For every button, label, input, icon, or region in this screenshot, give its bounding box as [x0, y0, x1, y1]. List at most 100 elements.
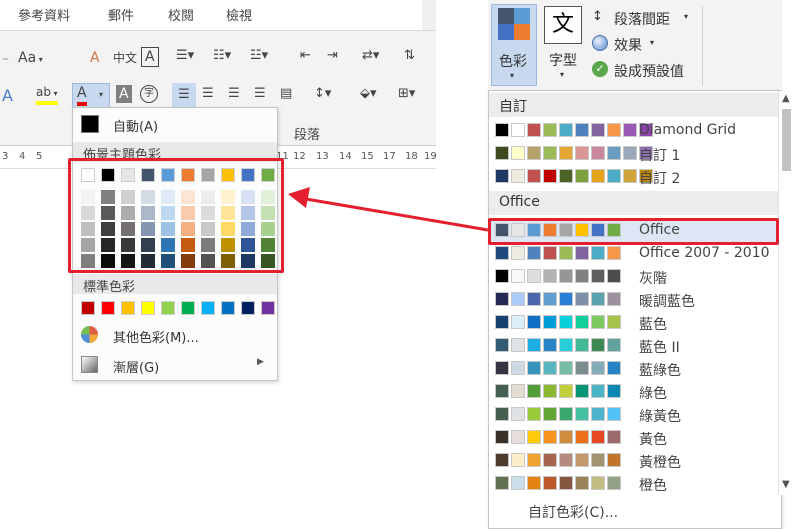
colors-button[interactable]: 色彩 ▾: [491, 4, 537, 86]
tab-review[interactable]: 校閱: [168, 5, 194, 24]
gradient-item[interactable]: 漸層(G) ▶: [73, 353, 277, 377]
automatic-color-item[interactable]: 自動(A): [73, 114, 277, 136]
theme-row[interactable]: 綠色: [489, 380, 779, 403]
scroll-up-icon[interactable]: ▲: [782, 93, 790, 104]
ruler-number: 13: [316, 151, 329, 162]
paragraph-spacing-button[interactable]: ↕ 段落間距 ▾: [592, 8, 702, 28]
theme-color-chip: [623, 123, 637, 137]
theme-color-chip: [575, 338, 589, 352]
theme-color-chip: [495, 338, 509, 352]
theme-color-chip: [495, 169, 509, 183]
theme-color-chip: [543, 315, 557, 329]
phonetic-guide-button[interactable]: 中文: [113, 49, 137, 67]
font-color-button[interactable]: A ▾: [72, 83, 110, 109]
standard-color-swatch[interactable]: [81, 301, 95, 315]
standard-color-swatch[interactable]: [221, 301, 235, 315]
distribute-icon[interactable]: ▤: [280, 85, 292, 103]
theme-row[interactable]: 暖調藍色: [489, 288, 779, 311]
theme-name: 自訂 1: [639, 148, 681, 164]
theme-color-chip: [543, 146, 557, 160]
theme-color-chip: [495, 407, 509, 421]
more-colors-label: 其他色彩(M)...: [113, 331, 199, 346]
borders-icon[interactable]: ⊞▾: [398, 85, 415, 103]
gallery-scrollbar[interactable]: ▲ ▼: [778, 91, 795, 495]
standard-color-swatch[interactable]: [121, 301, 135, 315]
bullets-icon[interactable]: ☰▾: [176, 47, 194, 65]
increase-indent-icon[interactable]: ⇥: [327, 47, 338, 65]
theme-row[interactable]: 藍色: [489, 311, 779, 334]
theme-color-chip: [575, 407, 589, 421]
theme-color-chip: [527, 338, 541, 352]
effects-button[interactable]: 效果 ▾: [592, 34, 672, 54]
theme-color-chip: [607, 169, 621, 183]
ruler-number: 18: [405, 151, 418, 162]
theme-color-chip: [543, 169, 557, 183]
custom-colors-item[interactable]: 自訂色彩(C)...: [488, 496, 778, 527]
theme-row[interactable]: 黃色: [489, 426, 779, 449]
char-border-button[interactable]: A: [141, 47, 159, 67]
standard-color-swatch[interactable]: [181, 301, 195, 315]
standard-colors-header: 標準色彩: [73, 274, 277, 295]
fonts-button[interactable]: 文 字型 ▾: [544, 6, 584, 86]
text-direction-icon[interactable]: ⇄▾: [362, 47, 379, 65]
tab-references[interactable]: 參考資料: [18, 5, 70, 24]
theme-row[interactable]: 綠黃色: [489, 403, 779, 426]
standard-color-swatch[interactable]: [241, 301, 255, 315]
theme-color-chip: [559, 246, 573, 260]
align-center-icon[interactable]: ☰: [202, 85, 214, 103]
phonetic-icon: 中文: [113, 51, 138, 65]
tab-mailings[interactable]: 郵件: [108, 5, 134, 24]
theme-color-chip: [591, 384, 605, 398]
theme-row[interactable]: 灰階: [489, 265, 779, 288]
theme-color-chip: [543, 292, 557, 306]
theme-color-chip: [495, 146, 509, 160]
char-shading-button[interactable]: A: [116, 85, 132, 103]
theme-color-chip: [495, 246, 509, 260]
font-size-change-button[interactable]: Aa ▾: [18, 49, 43, 69]
align-left-icon[interactable]: ☰: [172, 83, 196, 107]
theme-color-chip: [607, 123, 621, 137]
enclose-char-button[interactable]: 字: [140, 85, 158, 103]
theme-row[interactable]: Office 2007 - 2010: [489, 242, 779, 265]
theme-row[interactable]: 藍色 II: [489, 334, 779, 357]
shading-icon[interactable]: ⬙▾: [360, 85, 377, 103]
sort-icon[interactable]: ⇅: [404, 47, 415, 65]
more-colors-item[interactable]: 其他色彩(M)...: [73, 323, 277, 347]
design-ribbon-right: 色彩 ▾ 文 字型 ▾ ↕ 段落間距 ▾ 效果 ▾ ✓ 設成預設值: [488, 0, 810, 92]
clear-format-icon: A: [90, 50, 100, 66]
theme-row[interactable]: Diamond Grid: [489, 119, 779, 142]
theme-row[interactable]: 橙色: [489, 472, 779, 495]
theme-color-chip: [543, 269, 557, 283]
colors-label: 色彩: [499, 54, 527, 70]
theme-color-chip: [591, 315, 605, 329]
scroll-down-icon[interactable]: ▼: [782, 479, 790, 490]
standard-color-swatch[interactable]: [141, 301, 155, 315]
theme-color-chip: [543, 361, 557, 375]
chevron-down-icon: ▾: [650, 38, 655, 47]
align-right-icon[interactable]: ☰: [228, 85, 240, 103]
highlight-button[interactable]: ab ▾: [36, 85, 58, 105]
set-default-button[interactable]: ✓ 設成預設值: [592, 60, 702, 80]
multilevel-list-icon[interactable]: ☳▾: [250, 47, 268, 65]
theme-row[interactable]: 自訂 2: [489, 165, 779, 188]
standard-color-swatch[interactable]: [161, 301, 175, 315]
line-spacing-icon[interactable]: ↕▾: [314, 85, 331, 103]
justify-icon[interactable]: ☰: [254, 85, 266, 103]
custom-section-header: 自訂: [489, 93, 779, 117]
theme-color-chip: [527, 453, 541, 467]
theme-row[interactable]: 藍綠色: [489, 357, 779, 380]
theme-color-chip: [543, 476, 557, 490]
standard-color-swatch[interactable]: [261, 301, 275, 315]
scroll-thumb[interactable]: [782, 109, 791, 171]
clear-format-button[interactable]: A: [90, 49, 100, 67]
theme-color-chip: [495, 269, 509, 283]
tab-view[interactable]: 檢視: [226, 5, 252, 24]
text-effect-button[interactable]: A: [2, 87, 13, 105]
theme-row[interactable]: 自訂 1: [489, 142, 779, 165]
decrease-indent-icon[interactable]: ⇤: [300, 47, 311, 65]
theme-row[interactable]: 黃橙色: [489, 449, 779, 472]
numbering-icon[interactable]: ☷▾: [213, 47, 231, 65]
standard-color-swatch[interactable]: [101, 301, 115, 315]
standard-color-swatch[interactable]: [201, 301, 215, 315]
callout-arrow-head: [288, 187, 310, 208]
